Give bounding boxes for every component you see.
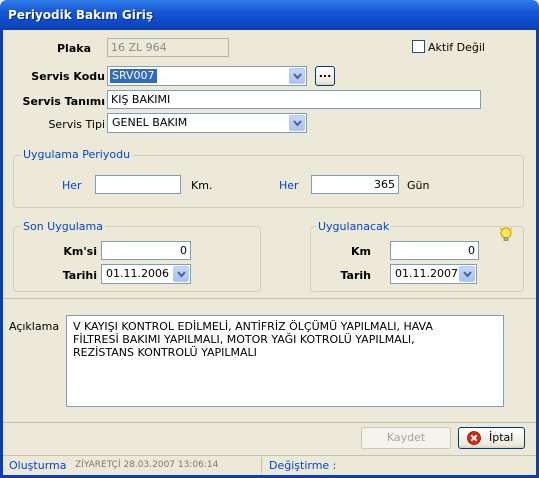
modified-label: Değiştirme :	[269, 459, 337, 472]
cancel-button[interactable]: İptal	[458, 427, 525, 449]
status-bar: Oluşturma ZİYARETÇİ 28.03.2007 13:06:14 …	[3, 455, 536, 475]
servis-tanimi-field[interactable]: KIŞ BAKIMI	[107, 90, 481, 109]
next-km-label: Km	[351, 245, 371, 258]
last-group-title: Son Uygulama	[21, 220, 105, 233]
last-date-label: Tarihi	[62, 269, 97, 282]
browse-button[interactable]: ...	[315, 66, 335, 86]
notes-line: V KAYIŞI KONTROL EDİLMELİ, ANTİFRİZ ÖLÇÜ…	[73, 320, 433, 333]
next-date-picker[interactable]: 01.11.2007	[390, 264, 477, 284]
next-date-value: 01.11.2007	[395, 267, 458, 280]
chevron-down-icon[interactable]	[173, 266, 189, 282]
servis-kodu-label: Servis Kodu	[31, 70, 105, 83]
chevron-down-icon[interactable]	[289, 115, 305, 131]
servis-tipi-value: GENEL BAKIM	[112, 116, 188, 129]
lightbulb-icon	[499, 227, 513, 246]
servis-tipi-combo[interactable]: GENEL BAKIM	[107, 113, 307, 133]
last-date-value: 01.11.2006	[106, 267, 169, 280]
created-label: Oluşturma	[9, 459, 67, 472]
next-date-label: Tarih	[340, 269, 371, 282]
chevron-down-icon[interactable]	[289, 68, 305, 84]
last-km-label: Km'si	[63, 245, 97, 258]
save-button[interactable]: Kaydet	[361, 427, 451, 449]
servis-kodu-combo[interactable]: SRV007	[107, 66, 307, 86]
cancel-label: İptal	[489, 431, 514, 444]
period-her-gun-label: Her	[279, 179, 299, 192]
last-km-field[interactable]: 0	[101, 241, 191, 260]
servis-tipi-label: Servis Tipi	[48, 118, 105, 131]
servis-kodu-value: SRV007	[110, 69, 157, 83]
created-value: ZİYARETÇİ 28.03.2007 13:06:14	[75, 460, 219, 470]
notes-line: FİLTRESİ BAKIMI YAPILMALI, MOTOR YAĞI KO…	[73, 333, 415, 346]
chevron-down-icon[interactable]	[459, 266, 475, 282]
plaka-field: 16 ZL 964	[107, 38, 229, 57]
period-gun-field[interactable]: 365	[311, 175, 399, 194]
aktif-checkbox[interactable]	[412, 40, 425, 53]
aktif-label: Aktif Değil	[428, 41, 485, 54]
button-bar	[3, 422, 536, 452]
next-km-field[interactable]: 0	[390, 241, 479, 260]
window-title: Periyodik Bakım Giriş	[0, 0, 539, 30]
last-date-picker[interactable]: 01.11.2006	[101, 264, 191, 284]
period-her-km-label: Her	[62, 179, 82, 192]
cancel-icon	[467, 431, 481, 452]
period-km-unit: Km.	[191, 179, 213, 192]
servis-tanimi-label: Servis Tanımı	[22, 95, 105, 108]
status-divider	[261, 457, 262, 473]
form-content: Plaka 16 ZL 964 Aktif Değil Servis Kodu …	[3, 30, 536, 449]
plaka-label: Plaka	[57, 42, 91, 55]
period-km-field[interactable]	[95, 175, 181, 194]
notes-line: REZİSTANS KONTROLÜ YAPILMALI	[73, 346, 257, 359]
period-group-title: Uygulama Periyodu	[21, 148, 133, 161]
period-gun-unit: Gün	[407, 179, 430, 192]
next-group-title: Uygulanacak	[316, 220, 392, 233]
notes-label: Açıklama	[9, 320, 60, 333]
period-group	[13, 155, 524, 208]
notes-textarea[interactable]: V KAYIŞI KONTROL EDİLMELİ, ANTİFRİZ ÖLÇÜ…	[66, 315, 504, 407]
